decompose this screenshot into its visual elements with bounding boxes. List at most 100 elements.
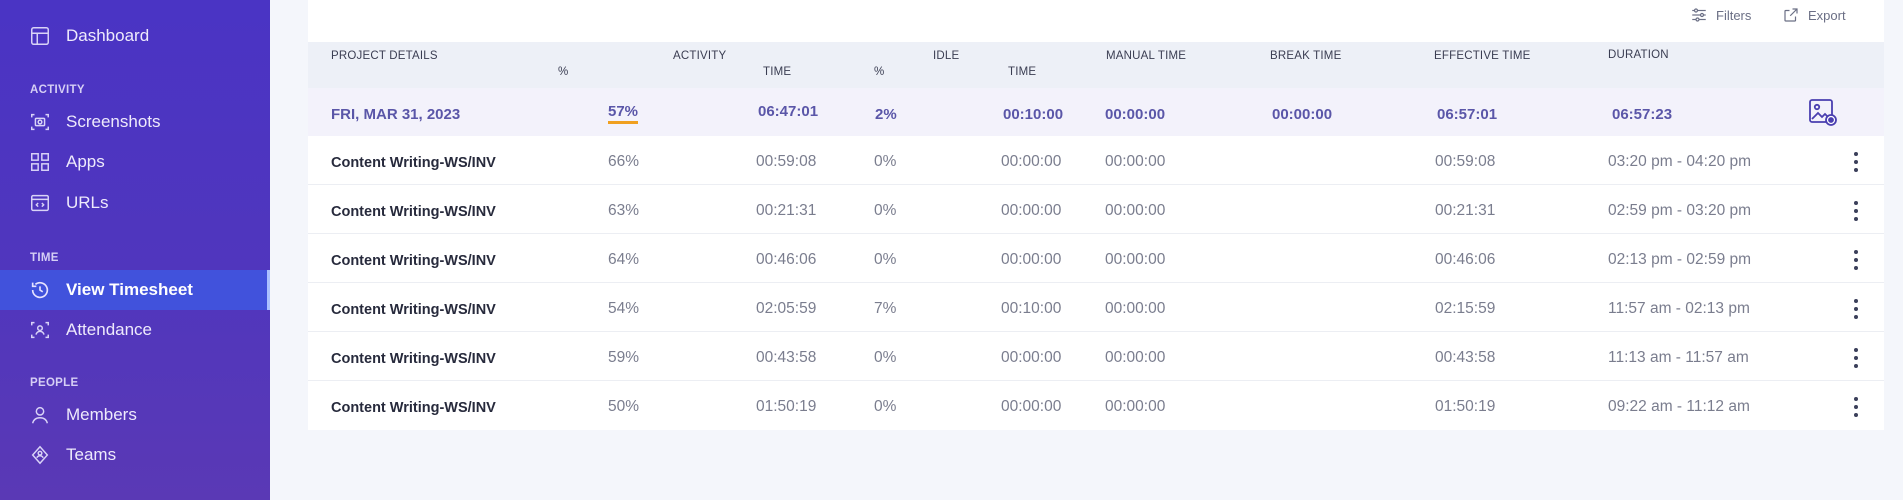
row-idle-time: 00:00:00: [1001, 202, 1062, 219]
table-row: Content Writing-WS/INV 64% 00:46:06 0% 0…: [308, 234, 1884, 283]
row-actions-menu-icon[interactable]: [1849, 250, 1863, 270]
sidebar-item-label: Teams: [66, 445, 117, 464]
row-activity-time: 00:59:08: [756, 153, 817, 170]
camera-icon: [28, 110, 52, 134]
header-activity-time: TIME: [763, 66, 792, 78]
export-label: Export: [1808, 7, 1846, 23]
row-idle-pct: 0%: [874, 251, 897, 268]
row-project: Content Writing-WS/INV: [331, 400, 496, 416]
sidebar-item-label: View Timesheet: [66, 280, 193, 299]
summary-manual-time: 00:00:00: [1105, 106, 1166, 123]
row-activity-time: 02:05:59: [756, 300, 817, 317]
row-project: Content Writing-WS/INV: [331, 253, 496, 269]
row-duration: 02:59 pm - 03:20 pm: [1608, 202, 1752, 219]
row-idle-time: 00:00:00: [1001, 153, 1062, 170]
row-manual-time: 00:00:00: [1105, 300, 1166, 317]
header-idle-time: TIME: [1008, 66, 1037, 78]
row-project: Content Writing-WS/INV: [331, 155, 496, 171]
apps-grid-icon: [28, 150, 52, 174]
sidebar-item-label: Apps: [66, 152, 105, 171]
clock-history-icon: [28, 278, 52, 302]
row-duration: 11:13 am - 11:57 am: [1608, 349, 1749, 366]
summary-activity-time: 06:47:01: [758, 103, 819, 120]
timesheet-card: Filters Export PROJECT DETAILS % ACTIVIT…: [308, 0, 1884, 430]
sidebar-item-members[interactable]: Members: [0, 395, 270, 435]
row-manual-time: 00:00:00: [1105, 398, 1166, 415]
row-activity-pct: 66%: [608, 153, 640, 170]
row-actions-menu-icon[interactable]: [1849, 299, 1863, 319]
row-duration: 03:20 pm - 04:20 pm: [1608, 153, 1752, 170]
filters-icon: [1692, 8, 1706, 22]
row-activity-time: 00:21:31: [756, 202, 817, 219]
row-activity-pct: 64%: [608, 251, 640, 268]
row-duration: 02:13 pm - 02:59 pm: [1608, 251, 1752, 268]
timesheet-rows: Content Writing-WS/INV 66% 00:59:08 0% 0…: [308, 136, 1884, 430]
summary-duration: 06:57:23: [1612, 106, 1673, 123]
export-button[interactable]: Export: [1782, 4, 1846, 26]
filters-button[interactable]: Filters: [1690, 4, 1751, 26]
row-actions-menu-icon[interactable]: [1849, 348, 1863, 368]
row-activity-pct: 50%: [608, 398, 640, 415]
summary-idle-time: 00:10:00: [1003, 106, 1064, 123]
section-label-people: PEOPLE: [30, 377, 79, 389]
row-activity-time: 01:50:19: [756, 398, 817, 415]
table-row: Content Writing-WS/INV 66% 00:59:08 0% 0…: [308, 136, 1884, 185]
browser-code-icon: [28, 191, 52, 215]
row-actions-menu-icon[interactable]: [1849, 201, 1863, 221]
sidebar-item-urls[interactable]: URLs: [0, 183, 270, 223]
sidebar-item-attendance[interactable]: Attendance: [0, 310, 270, 350]
row-effective-time: 02:15:59: [1435, 300, 1496, 317]
section-label-time: TIME: [30, 252, 59, 264]
teams-icon: [28, 443, 52, 467]
sidebar: Dashboard ACTIVITY Screenshots Apps URLs…: [0, 0, 270, 500]
table-row: Content Writing-WS/INV 54% 02:05:59 7% 0…: [308, 283, 1884, 332]
sidebar-item-screenshots[interactable]: Screenshots: [0, 102, 270, 142]
row-effective-time: 00:59:08: [1435, 153, 1496, 170]
row-idle-time: 00:00:00: [1001, 398, 1062, 415]
header-idle-pct: %: [874, 66, 885, 78]
row-duration: 09:22 am - 11:12 am: [1608, 398, 1750, 415]
row-idle-time: 00:00:00: [1001, 251, 1062, 268]
row-idle-time: 00:00:00: [1001, 349, 1062, 366]
section-label-activity: ACTIVITY: [30, 84, 85, 96]
row-manual-time: 00:00:00: [1105, 202, 1166, 219]
sidebar-item-view-timesheet[interactable]: View Timesheet: [0, 270, 270, 310]
sidebar-item-label: Attendance: [66, 320, 153, 339]
header-activity: ACTIVITY: [673, 50, 727, 62]
view-screenshots-icon[interactable]: [1808, 97, 1838, 127]
table-row: Content Writing-WS/INV 59% 00:43:58 0% 0…: [308, 332, 1884, 381]
header-effective-time: EFFECTIVE TIME: [1434, 50, 1531, 62]
row-actions-menu-icon[interactable]: [1849, 152, 1863, 172]
header-idle: IDLE: [933, 50, 960, 62]
sidebar-item-dashboard[interactable]: Dashboard: [0, 16, 270, 56]
row-activity-time: 00:46:06: [756, 251, 817, 268]
row-activity-pct: 59%: [608, 349, 640, 366]
header-project-details: PROJECT DETAILS: [331, 50, 438, 62]
row-idle-pct: 7%: [874, 300, 897, 317]
header-manual-time: MANUAL TIME: [1106, 50, 1187, 62]
sidebar-item-apps[interactable]: Apps: [0, 142, 270, 182]
row-effective-time: 00:46:06: [1435, 251, 1496, 268]
summary-idle-pct: 2%: [875, 106, 897, 123]
row-manual-time: 00:00:00: [1105, 153, 1166, 170]
day-summary-row: FRI, MAR 31, 2023 57% 06:47:01 2% 00:10:…: [308, 88, 1884, 136]
table-row: Content Writing-WS/INV 63% 00:21:31 0% 0…: [308, 185, 1884, 234]
row-idle-pct: 0%: [874, 398, 897, 415]
header-activity-pct: %: [558, 66, 569, 78]
row-idle-time: 00:10:00: [1001, 300, 1062, 317]
row-manual-time: 00:00:00: [1105, 349, 1166, 366]
row-activity-pct: 54%: [608, 300, 640, 317]
filters-label: Filters: [1716, 7, 1752, 23]
summary-effective-time: 06:57:01: [1437, 106, 1498, 123]
row-project: Content Writing-WS/INV: [331, 204, 496, 220]
row-actions-menu-icon[interactable]: [1849, 397, 1863, 417]
row-manual-time: 00:00:00: [1105, 251, 1166, 268]
sidebar-item-label: Screenshots: [66, 112, 161, 131]
summary-break-time: 00:00:00: [1272, 106, 1333, 123]
row-activity-time: 00:43:58: [756, 349, 817, 366]
export-icon: [1784, 8, 1798, 22]
sidebar-item-teams[interactable]: Teams: [0, 435, 270, 475]
attendance-scan-icon: [28, 318, 52, 342]
summary-activity-pct: 57%: [608, 103, 639, 124]
dashboard-icon: [28, 24, 52, 48]
